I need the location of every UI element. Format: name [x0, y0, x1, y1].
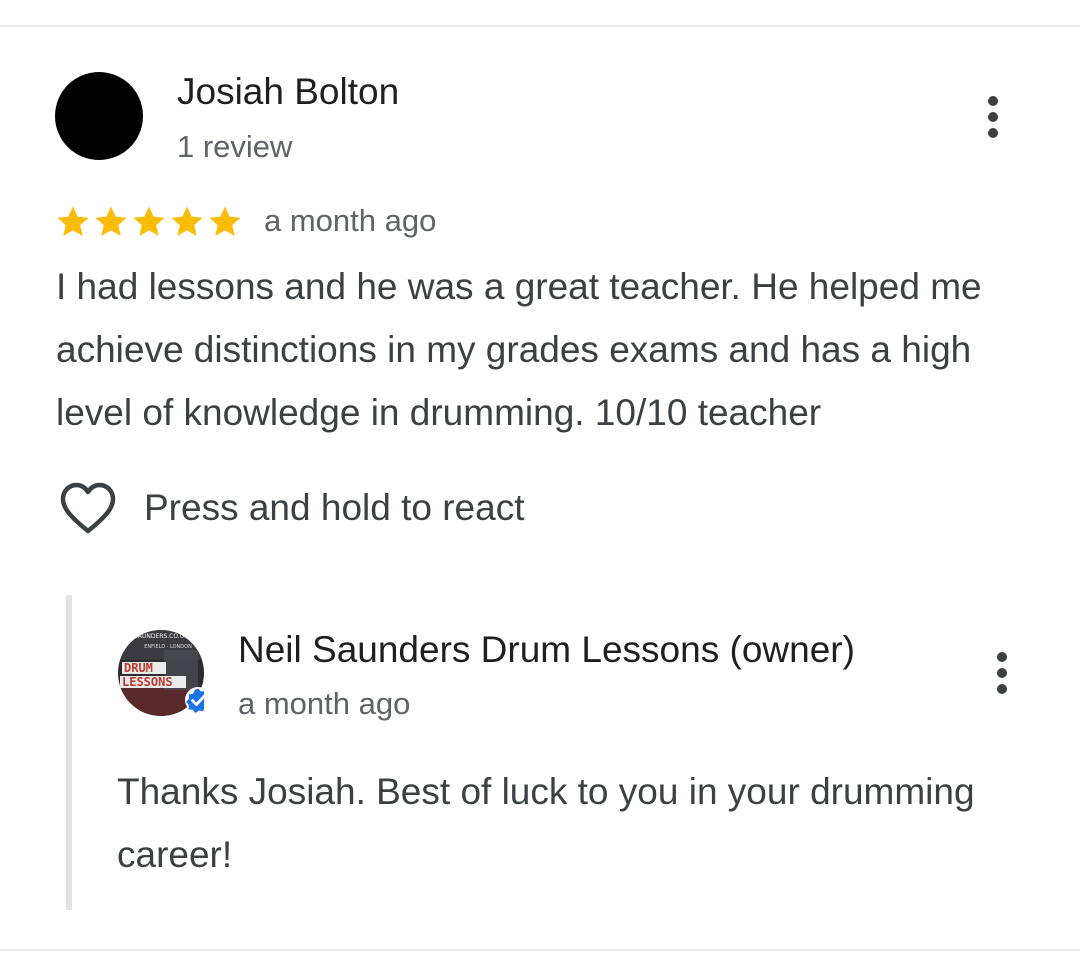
reviewer-avatar[interactable] [55, 72, 143, 160]
reviewer-name[interactable]: Josiah Bolton [177, 70, 399, 114]
owner-avatar[interactable]: SAUNDERS.CO.UK ENFIELD · LONDON DRUM LES… [118, 630, 211, 716]
star-icon [57, 206, 89, 236]
star-icon [209, 206, 241, 236]
react-button[interactable]: Press and hold to react [58, 480, 525, 536]
star-icon [171, 206, 203, 236]
more-vert-icon [997, 652, 1007, 662]
logo-text-line: LESSONS [122, 675, 173, 689]
owner-reply-text: Thanks Josiah. Best of luck to you in yo… [117, 771, 975, 875]
owner-name[interactable]: Neil Saunders Drum Lessons (owner) [238, 628, 855, 672]
more-vert-icon-dot [988, 112, 998, 122]
more-vert-icon-dot [997, 668, 1007, 678]
more-vert-icon [988, 96, 998, 106]
more-vert-icon-dot [988, 128, 998, 138]
logo-text-line: SAUNDERS.CO.UK [134, 633, 189, 640]
star-icon [133, 206, 165, 236]
reviewer-review-count[interactable]: 1 review [177, 128, 292, 166]
reply-indent-bar [66, 595, 72, 910]
review-more-options-button[interactable] [978, 89, 1008, 145]
star-rating [54, 203, 244, 241]
reply-more-options-button[interactable] [987, 645, 1017, 701]
review-text: I had lessons and he was a great teacher… [56, 266, 982, 433]
logo-text-line: DRUM [124, 661, 153, 675]
review-date: a month ago [264, 203, 437, 238]
top-divider [0, 25, 1080, 27]
owner-reply-date: a month ago [238, 686, 411, 721]
star-icon [95, 206, 127, 236]
logo-text-line: ENFIELD · LONDON [144, 644, 192, 650]
bottom-divider [0, 949, 1080, 951]
heart-outline-icon [60, 482, 116, 534]
more-vert-icon-dot [997, 684, 1007, 694]
react-label: Press and hold to react [144, 487, 525, 528]
drum-lessons-logo: SAUNDERS.CO.UK ENFIELD · LONDON DRUM LES… [118, 630, 211, 716]
